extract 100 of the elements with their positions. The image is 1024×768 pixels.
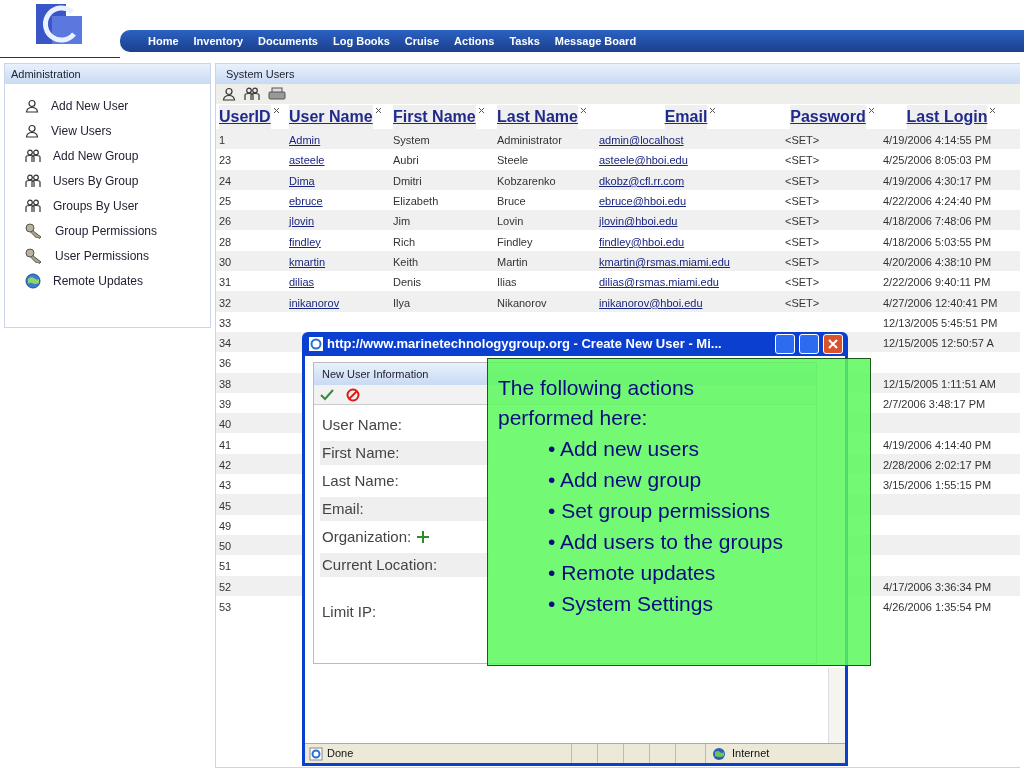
window-title: http://www.marinetechnologygroup.org - Create New User - Mi... [327,335,723,354]
close-icon[interactable] [989,107,997,114]
user-name-link[interactable]: kmartin [289,255,326,268]
table-cell: 26 [219,215,232,228]
password-header[interactable]: Password [790,105,866,129]
close-icon[interactable] [867,107,875,114]
table-cell: Elizabeth [393,195,439,208]
nav-link[interactable]: Log Books [333,32,390,50]
field-label: Email: [322,498,364,519]
table-cell: <SET> [785,255,820,268]
globe-icon [712,746,726,761]
user-name-link[interactable]: Dima [289,174,315,187]
last-name-header[interactable]: Last Name [497,105,578,129]
user-name-link[interactable]: asteele [289,154,325,167]
nav-link[interactable]: Home [148,32,179,50]
email-link[interactable]: findley@hboi.edu [599,235,685,248]
table-cell: 12/13/2005 5:45:51 PM [883,316,998,329]
table-cell: 32 [219,296,232,309]
table-cell: Bruce [497,195,526,208]
table-cell: 30 [219,255,232,268]
table-cell: 25 [219,195,232,208]
table-cell: 34 [219,337,232,350]
email-link[interactable]: jlovin@hboi.edu [599,215,678,228]
cancel-icon[interactable] [346,387,360,402]
close-icon[interactable] [477,107,485,114]
sidebar-link[interactable]: View Users [51,122,112,140]
sidebar-link[interactable]: Remote Updates [53,272,144,290]
table-cell: 4/18/2006 7:48:06 PM [883,215,992,228]
nav-link[interactable]: Cruise [404,32,440,50]
minimize-button[interactable] [775,334,795,354]
table-cell: 42 [219,458,232,471]
user-name-link[interactable]: findley [289,235,321,248]
email-link[interactable]: dilias@rsmas.miami.edu [599,276,719,289]
email-link[interactable]: admin@localhost [599,134,684,147]
table-cell: 2/7/2006 3:48:17 PM [883,398,986,410]
user-name-link[interactable]: inikanorov [289,296,340,309]
close-icon[interactable] [374,107,382,114]
sidebar-link[interactable]: User Permissions [55,247,150,265]
nav-link[interactable]: Message Board [554,32,637,50]
sidebar-link[interactable]: Users By Group [53,172,139,190]
email-link[interactable]: dkobz@cfl.rr.com [599,174,685,187]
table-cell: 4/26/2006 1:35:54 PM [883,601,992,613]
table-cell: Kobzarenko [497,174,556,187]
nav-link[interactable]: Actions [454,32,495,50]
panel-header: System Users [216,64,1020,84]
table-cell: 36 [219,357,232,370]
field-label: Organization: [322,526,412,547]
first-name-header[interactable]: First Name [393,105,476,129]
sidebar-link[interactable]: Add New Group [53,147,139,165]
table-cell: Administrator [497,134,562,147]
close-button[interactable] [823,334,843,354]
table-cell: Martin [497,255,528,268]
table-cell: 24 [219,174,232,187]
table-cell: Keith [393,255,419,268]
maximize-button[interactable] [799,334,819,354]
email-link[interactable]: asteele@hboi.edu [599,154,688,167]
nav-link[interactable]: Documents [258,32,318,50]
close-icon[interactable] [272,107,280,114]
user-name-link[interactable]: dilias [289,276,315,289]
table-cell: 50 [219,540,232,553]
table-cell: 3/15/2006 1:55:15 PM [883,479,992,492]
user-name-header[interactable]: User Name [289,105,373,129]
user-name-link[interactable]: Admin [289,134,321,147]
table-cell: 52 [219,580,232,593]
zone-text: Internet [732,746,770,762]
sidebar-link[interactable]: Add New User [51,97,129,115]
callout-bullet: • System Settings [548,591,714,617]
user-name-link[interactable]: ebruce [289,195,323,208]
scrollbar[interactable] [828,668,845,743]
table-cell: 4/25/2006 8:05:03 PM [883,154,992,167]
table-cell: Ilias [497,276,517,289]
email-link[interactable]: ebruce@hboi.edu [599,195,686,208]
page-icon [309,746,323,761]
sidebar-link[interactable]: Group Permissions [55,222,158,240]
close-icon[interactable] [579,107,587,114]
table-cell: 38 [219,377,232,390]
email-header[interactable]: Email [664,105,708,129]
callout-bullet: • Remote updates [548,560,717,586]
nav-link[interactable]: Tasks [509,32,540,50]
email-link[interactable]: kmartin@rsmas.miami.edu [599,255,730,268]
table-cell: Jim [393,215,411,228]
plus-icon[interactable] [417,531,430,543]
field-label: First Name: [322,442,400,463]
printer-icon[interactable] [268,87,286,101]
close-icon[interactable] [709,107,717,114]
table-cell: 4/27/2006 12:40:41 PM [883,296,998,309]
user-name-link[interactable]: jlovin [289,215,315,228]
field-label: Last Name: [322,470,399,491]
email-link[interactable]: inikanorov@hboi.edu [599,296,703,309]
user-id-header[interactable]: UserID [219,105,271,129]
checkmark-icon[interactable] [320,388,334,401]
sidebar-link[interactable]: Groups By User [53,197,139,215]
nav-link[interactable]: Inventory [193,32,244,50]
table-cell: 4/18/2006 5:03:55 PM [883,235,992,248]
table-cell: 49 [219,519,232,532]
table-cell: 41 [219,438,232,451]
user-icon [222,87,236,101]
table-cell: System [393,134,430,147]
last-login-header[interactable]: Last Login [906,105,988,129]
field-label: Current Location: [322,554,438,575]
